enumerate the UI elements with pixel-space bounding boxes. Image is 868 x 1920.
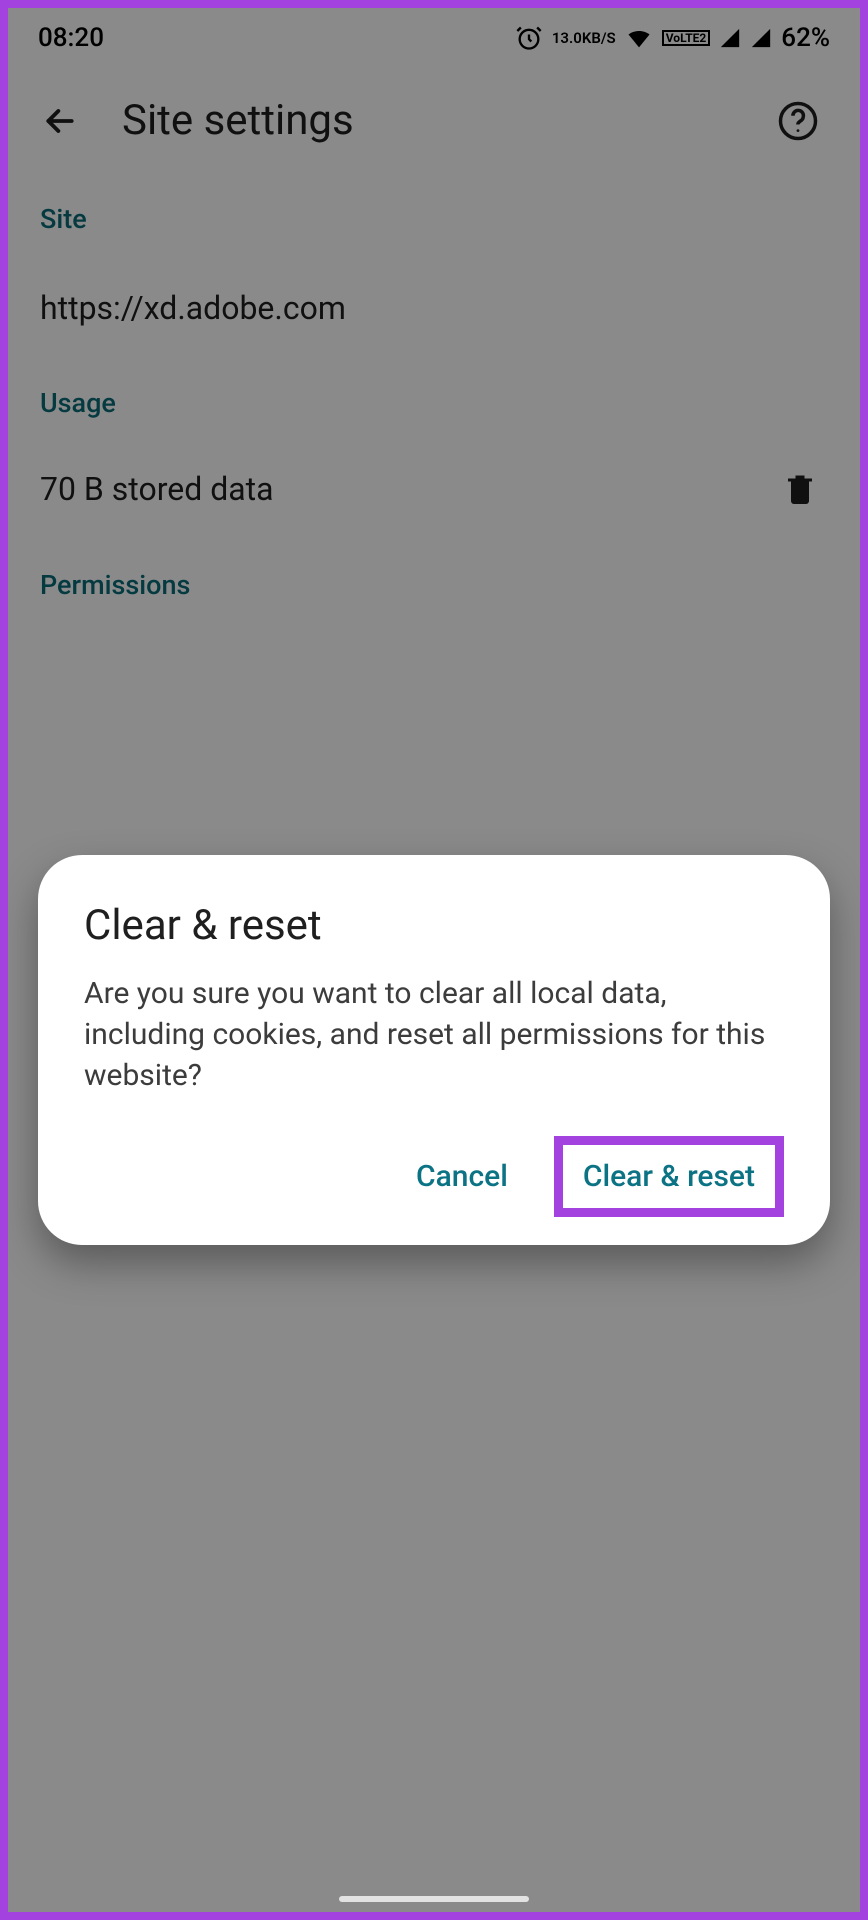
clear-reset-button[interactable]: Clear & reset [554,1136,784,1217]
dialog-title: Clear & reset [84,901,784,950]
clear-reset-dialog: Clear & reset Are you sure you want to c… [38,855,830,1245]
dialog-actions: Cancel Clear & reset [84,1136,784,1217]
cancel-button[interactable]: Cancel [398,1143,526,1210]
modal-overlay[interactable]: Clear & reset Are you sure you want to c… [8,8,860,1912]
dialog-message: Are you sure you want to clear all local… [84,974,784,1096]
navigation-handle[interactable] [339,1896,529,1902]
